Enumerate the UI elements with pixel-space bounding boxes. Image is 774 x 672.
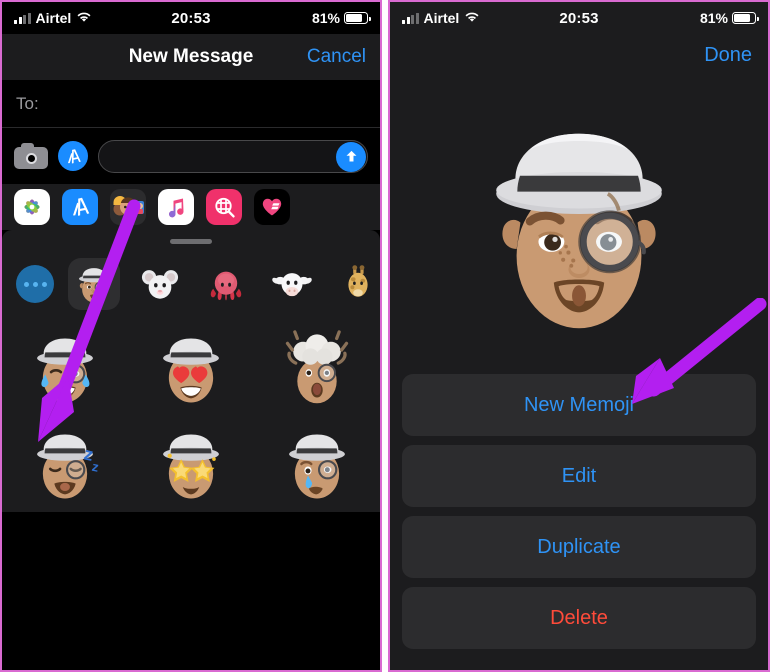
memoji-sticker-grid: z z: [2, 316, 380, 512]
left-nav-bar: New Message Cancel: [2, 34, 380, 80]
drawer-grabber[interactable]: [170, 238, 212, 244]
battery-percent-label: 81%: [699, 10, 728, 26]
cellular-signal-icon: [402, 12, 419, 24]
sticker-heart-eyes[interactable]: [128, 320, 254, 416]
duplicate-button[interactable]: Duplicate: [402, 516, 756, 578]
battery-icon: [344, 12, 371, 24]
sticker-mind-blown[interactable]: [254, 320, 380, 416]
memoji-action-list: New Memoji Edit Duplicate Delete: [390, 374, 768, 649]
right-nav-bar: Done: [390, 34, 768, 76]
left-phone-panel: Airtel 20:53 81% New Message Cancel To:: [0, 0, 382, 672]
compose-bar: [2, 128, 380, 184]
status-right-group: 81%: [311, 10, 371, 26]
memoji-icon[interactable]: [110, 189, 146, 225]
wifi-icon: [76, 10, 92, 26]
screenshot-stage: Airtel 20:53 81% New Message Cancel To:: [0, 0, 774, 672]
carrier-label: Airtel: [423, 10, 460, 26]
digital-touch-heart-icon[interactable]: [254, 189, 290, 225]
battery-percent-label: 81%: [311, 10, 340, 26]
message-input[interactable]: [98, 139, 368, 173]
more-ellipsis-icon: [23, 281, 29, 287]
more-ellipsis-button[interactable]: [16, 265, 54, 303]
drawer-grabber-area[interactable]: [2, 230, 380, 252]
character-memoji-man-fedora[interactable]: [68, 258, 120, 310]
status-left-group: Airtel: [14, 10, 92, 26]
character-octopus[interactable]: [200, 258, 252, 310]
images-search-icon[interactable]: [206, 189, 242, 225]
sticker-star-eyes[interactable]: [128, 416, 254, 512]
carrier-label: Airtel: [35, 10, 72, 26]
send-arrow-icon[interactable]: [336, 141, 366, 172]
memoji-preview[interactable]: [390, 76, 768, 374]
cellular-signal-icon: [14, 12, 31, 24]
delete-button[interactable]: Delete: [402, 587, 756, 649]
edit-button[interactable]: Edit: [402, 445, 756, 507]
to-label: To:: [16, 93, 39, 113]
wifi-icon: [464, 10, 480, 26]
character-cow[interactable]: [266, 258, 318, 310]
left-status-bar: Airtel 20:53 81%: [2, 2, 380, 34]
new-memoji-button[interactable]: New Memoji: [402, 374, 756, 436]
recipient-row[interactable]: To:: [2, 80, 380, 128]
music-icon[interactable]: [158, 189, 194, 225]
character-mouse[interactable]: [134, 258, 186, 310]
sticker-sleeping[interactable]: z z: [2, 416, 128, 512]
app-store-icon[interactable]: [58, 141, 88, 171]
done-button[interactable]: Done: [704, 44, 752, 67]
battery-icon: [732, 12, 759, 24]
cancel-button[interactable]: Cancel: [307, 46, 366, 68]
memoji-character-row: [2, 252, 380, 316]
right-status-bar: Airtel 20:53 81%: [390, 2, 768, 34]
sticker-crying[interactable]: [254, 416, 380, 512]
character-giraffe[interactable]: [332, 258, 380, 310]
status-right-group: 81%: [699, 10, 759, 26]
status-left-group: Airtel: [402, 10, 480, 26]
svg-text:z: z: [91, 459, 101, 475]
camera-icon[interactable]: [14, 143, 48, 169]
photos-icon[interactable]: [14, 189, 50, 225]
right-phone-panel: Airtel 20:53 81% Done New Memoji Edit Du…: [388, 0, 770, 672]
sticker-laughing-tears[interactable]: [2, 320, 128, 416]
page-title: New Message: [128, 46, 254, 67]
imessage-app-drawer: [2, 184, 380, 230]
app-store-icon[interactable]: [62, 189, 98, 225]
